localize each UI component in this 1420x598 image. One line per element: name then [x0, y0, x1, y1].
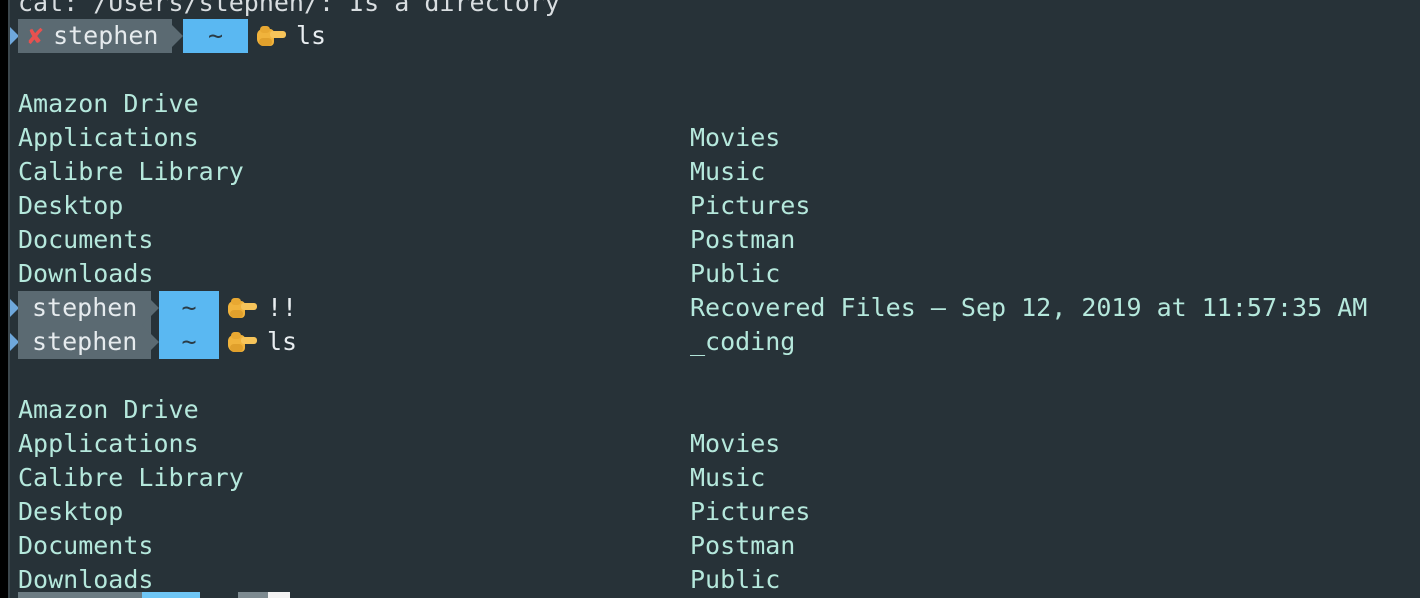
command-text-1[interactable]: ls	[296, 19, 326, 53]
pointing-right-hand-icon	[257, 26, 287, 48]
prompt-user-segment-3: stephen	[18, 325, 152, 359]
listing-row: Amazon Drive Movies	[0, 359, 1420, 458]
pointing-right-hand-icon	[228, 332, 258, 354]
scrolled-output-line: cat: /Users/stephen/: Is a directory	[18, 0, 560, 17]
prompt-user-segment-2: stephen	[18, 291, 152, 325]
prompt-line-2[interactable]: stephen ~ !!	[0, 291, 1420, 325]
prompt-path-segment-next	[142, 592, 200, 598]
prompt-separator-arrow-2b	[199, 291, 216, 325]
listing-row: Calibre Library Pictures	[0, 121, 1420, 220]
command-text-next	[238, 592, 268, 598]
error-cross-icon: ✘	[28, 21, 44, 50]
listing-row: Documents Public	[0, 495, 1420, 594]
prompt-separator-arrow-3b	[199, 325, 216, 359]
listing-row: Library _coding	[0, 257, 1420, 356]
terminal-window[interactable]: cat: /Users/stephen/: Is a directory ✘ st…	[0, 0, 1420, 598]
listing-row: Applications Music	[0, 87, 1420, 186]
prompt-line-3[interactable]: stephen ~ ls	[0, 325, 1420, 359]
prompt-user-segment-next	[18, 592, 142, 598]
listing-row: Desktop Postman	[0, 155, 1420, 254]
prompt-separator-arrow-1a	[166, 19, 183, 53]
prompt-line-next-partial[interactable]	[0, 592, 1420, 598]
listing-row: Desktop Postman	[0, 461, 1420, 560]
command-text-2[interactable]: !!	[267, 291, 297, 325]
prompt-username-1: stephen	[53, 21, 159, 50]
prompt-user-segment-1: ✘ stephen	[18, 19, 173, 53]
terminal-screen[interactable]: cat: /Users/stephen/: Is a directory ✘ st…	[0, 0, 1420, 598]
text-cursor	[268, 592, 290, 598]
prompt-line-1[interactable]: ✘ stephen ~ ls	[0, 19, 1420, 53]
listing-row: Documents Public	[0, 189, 1420, 288]
prompt-separator-arrow-2a	[142, 291, 159, 325]
prompt-separator-arrow-3a	[142, 325, 159, 359]
prompt-separator-arrow-1b	[228, 19, 245, 53]
listing-row: Downloads Recovered Files — Sep 12, 2019…	[0, 529, 1420, 594]
listing-row: Downloads Recovered Files — Sep 12, 2019…	[0, 223, 1420, 322]
pointing-right-hand-icon	[228, 298, 258, 320]
command-text-3[interactable]: ls	[267, 325, 297, 359]
listing-row: Calibre Library Pictures	[0, 427, 1420, 526]
listing-row: Applications Music	[0, 393, 1420, 492]
listing-row: Amazon Drive Movies	[0, 53, 1420, 152]
